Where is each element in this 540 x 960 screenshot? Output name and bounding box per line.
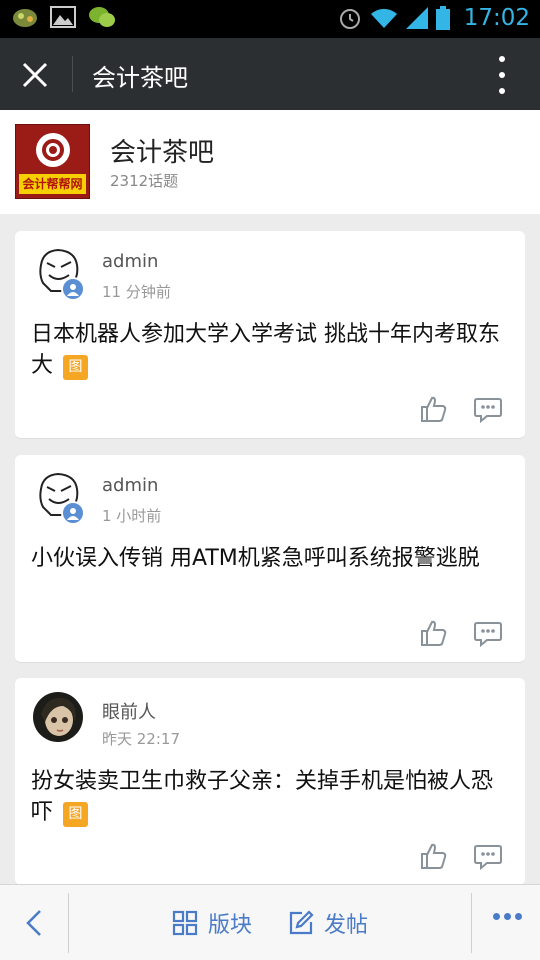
user-badge-icon: [61, 501, 85, 525]
post-title-text: 扮女装卖卫生巾救子父亲：关掉手机是怕被人恐吓: [31, 769, 494, 825]
toolbar-more-button[interactable]: [493, 913, 522, 920]
toolbar-divider: [68, 893, 69, 953]
grid-icon: [172, 910, 198, 936]
toolbar-divider: [471, 893, 472, 953]
post-time: 11 分钟前: [102, 283, 171, 301]
image-notification-icon: [50, 6, 76, 28]
comment-button[interactable]: [473, 394, 503, 424]
comment-icon: [474, 622, 502, 648]
page-title: 会计茶吧: [92, 64, 188, 92]
close-icon: [22, 62, 48, 88]
status-time: 17:02: [463, 5, 530, 31]
like-button[interactable]: [419, 394, 449, 424]
image-tag: 图: [63, 802, 89, 827]
post-author: 眼前人: [102, 702, 156, 723]
new-post-label: 发帖: [324, 913, 369, 938]
more-dot-icon: [493, 913, 500, 920]
sections-button[interactable]: 版块: [172, 905, 252, 941]
back-button[interactable]: [14, 903, 54, 943]
comment-button[interactable]: [473, 618, 503, 648]
forum-header: 会计帮帮网 会计茶吧 2312话题: [0, 110, 540, 214]
battery-icon: [435, 6, 450, 30]
image-tag: 图: [63, 355, 89, 380]
comment-icon: [474, 398, 502, 424]
post-time: 1 小时前: [102, 507, 162, 525]
more-dot-icon: [499, 72, 505, 78]
post-title[interactable]: 小伙误入传销 用ATM机紧急呼叫系统报警逃脱: [31, 543, 509, 574]
forum-name: 会计茶吧: [110, 138, 215, 168]
sections-label: 版块: [208, 913, 253, 938]
like-button[interactable]: [419, 841, 449, 871]
post-title[interactable]: 日本机器人参加大学入学考试 挑战十年内考取东大图: [31, 319, 509, 381]
app-bar: 会计茶吧: [0, 38, 540, 110]
alarm-icon: [339, 9, 360, 29]
post-card[interactable]: admin 11 分钟前 日本机器人参加大学入学考试 挑战十年内考取东大图: [15, 231, 525, 439]
thumbs-up-icon: [421, 620, 447, 646]
close-button[interactable]: [14, 54, 56, 96]
thumbs-up-icon: [421, 843, 447, 869]
more-dot-icon: [504, 913, 511, 920]
more-dot-icon: [515, 913, 522, 920]
signal-icon: [405, 7, 428, 29]
comment-icon: [474, 845, 502, 871]
game-notification-icon: [13, 9, 37, 27]
thumbs-up-icon: [421, 396, 447, 422]
post-card[interactable]: admin 1 小时前 小伙误入传销 用ATM机紧急呼叫系统报警逃脱: [15, 455, 525, 663]
post-title-text: 日本机器人参加大学入学考试 挑战十年内考取东大: [31, 322, 500, 378]
comment-button[interactable]: [473, 841, 503, 871]
bottom-toolbar: 版块 发帖: [0, 884, 540, 960]
doll-avatar-icon: [33, 692, 83, 742]
status-bar: 17:02: [0, 0, 540, 38]
post-author: admin: [102, 475, 159, 496]
post-title-text: 小伙误入传销 用ATM机紧急呼叫系统报警逃脱: [31, 546, 480, 571]
post-author: admin: [102, 251, 159, 272]
chevron-left-icon: [26, 910, 41, 936]
post-card[interactable]: 眼前人 昨天 22:17 扮女装卖卫生巾救子父亲：关掉手机是怕被人恐吓图: [15, 678, 525, 886]
wifi-icon: [370, 8, 397, 28]
avatar[interactable]: [33, 692, 83, 742]
more-menu-button[interactable]: [492, 56, 512, 94]
wechat-notification-icon: [89, 7, 115, 27]
edit-icon: [289, 910, 314, 935]
post-title[interactable]: 扮女装卖卫生巾救子父亲：关掉手机是怕被人恐吓图: [31, 766, 509, 828]
post-time: 昨天 22:17: [102, 730, 180, 748]
app-bar-divider: [72, 56, 73, 92]
forum-logo-text: 会计帮帮网: [19, 174, 86, 194]
more-dot-icon: [499, 56, 505, 62]
like-button[interactable]: [419, 618, 449, 648]
forum-logo[interactable]: 会计帮帮网: [15, 124, 90, 199]
more-dot-icon: [499, 88, 505, 94]
user-badge-icon: [61, 277, 85, 301]
topic-count: 2312话题: [110, 172, 179, 190]
new-post-button[interactable]: 发帖: [288, 905, 368, 941]
